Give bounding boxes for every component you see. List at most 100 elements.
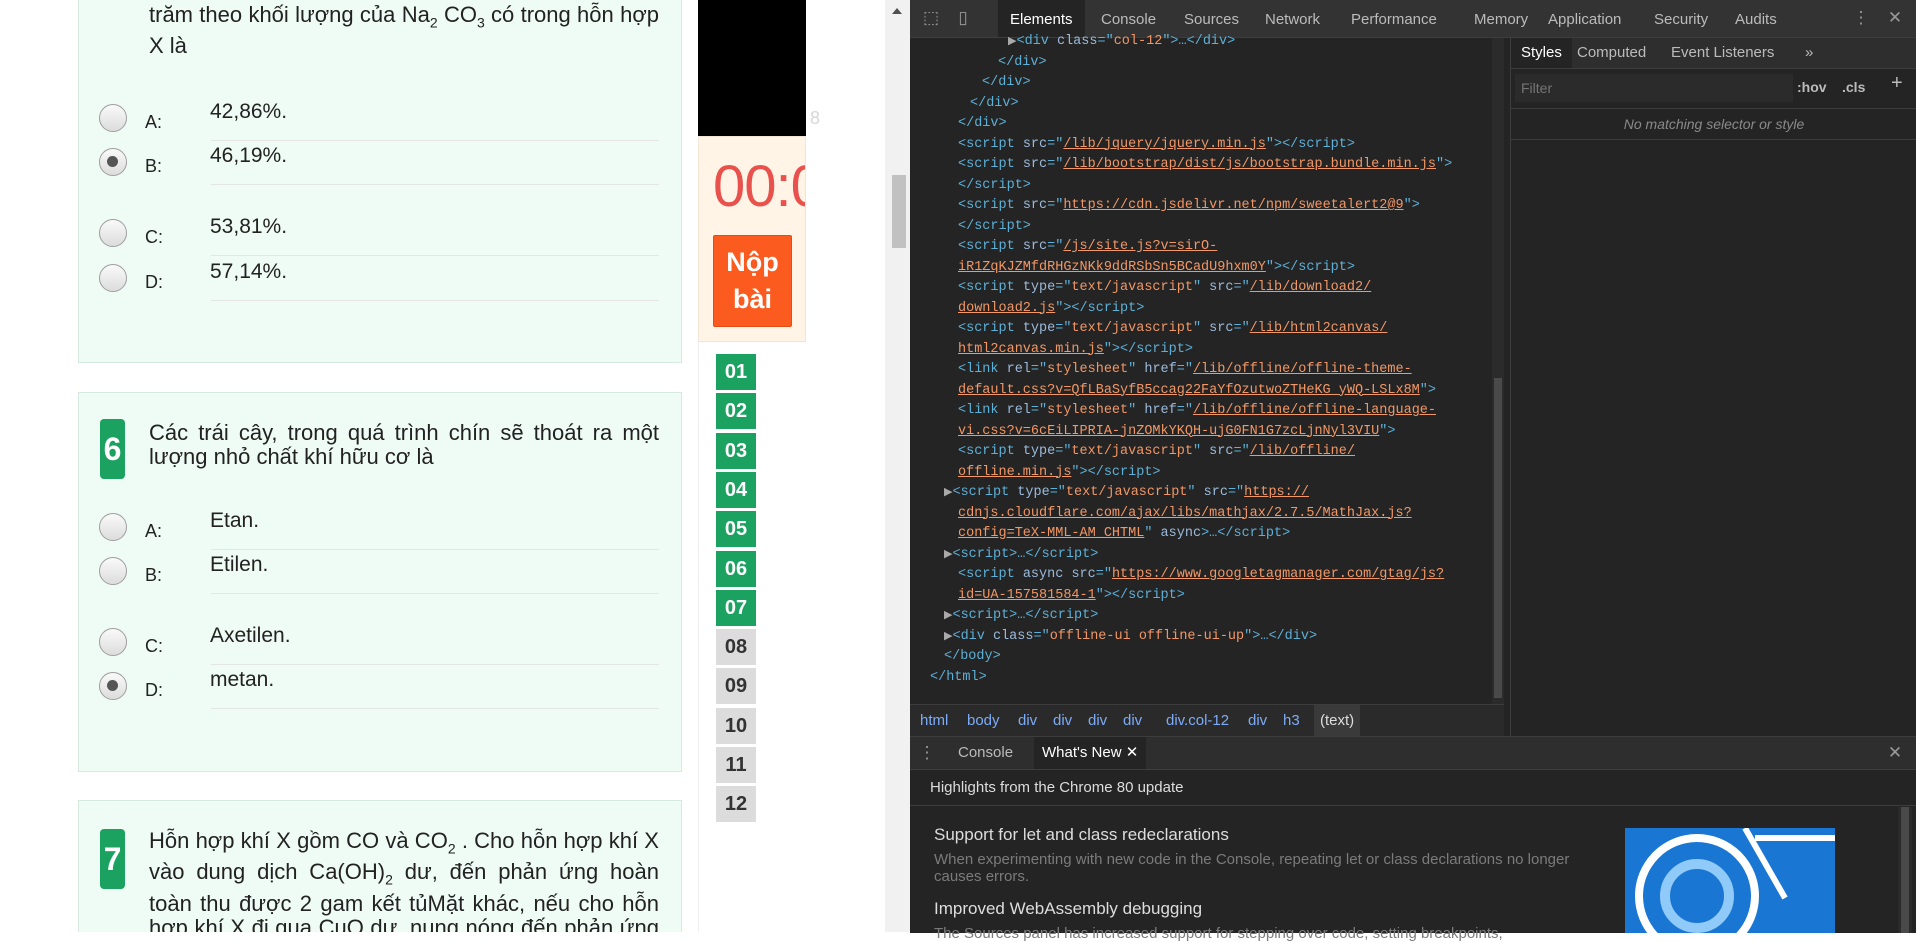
breadcrumb-item[interactable]: div <box>1053 705 1072 737</box>
tab-styles[interactable]: Styles <box>1511 38 1572 68</box>
dom-tree-line[interactable]: <script src="https://cdn.jsdelivr.net/np… <box>958 198 1420 213</box>
dom-tree-line[interactable]: </div> <box>970 96 1019 111</box>
breadcrumb-item[interactable]: div <box>1088 705 1107 737</box>
close-tab-icon[interactable]: ✕ <box>1126 744 1139 761</box>
question-nav-button[interactable]: 12 <box>716 786 756 823</box>
tab-application[interactable]: Application <box>1548 0 1621 37</box>
option-6-d[interactable]: D: metan. <box>99 668 659 716</box>
tab-audits[interactable]: Audits <box>1735 0 1777 37</box>
dom-tree-line[interactable]: html2canvas.min.js"></script> <box>958 342 1193 357</box>
dom-tree-line[interactable]: </body> <box>944 649 1001 664</box>
tab-memory[interactable]: Memory <box>1474 0 1528 37</box>
radio-5-b[interactable] <box>99 148 127 176</box>
news-title[interactable]: Improved WebAssembly debugging <box>934 899 1614 919</box>
option-5-d[interactable]: D: 57,14%. <box>99 260 659 308</box>
tab-computed[interactable]: Computed <box>1577 38 1646 68</box>
radio-6-b[interactable] <box>99 557 127 585</box>
dom-tree-line[interactable]: ▶<div class="offline-ui offline-ui-up">…… <box>944 629 1317 644</box>
submit-button[interactable]: Nộp bài <box>713 235 792 327</box>
drawer-tab-whats-new[interactable]: What's New ✕ <box>1034 737 1147 769</box>
dom-tree-line[interactable]: </div> <box>958 116 1007 131</box>
dom-tree-line[interactable]: default.css?v=QfLBaSyfB5ccag22FaYfOzutwo… <box>958 383 1436 398</box>
dom-tree-line[interactable]: <link rel="stylesheet" href="/lib/offlin… <box>958 362 1412 377</box>
close-icon[interactable]: ✕ <box>1886 9 1904 27</box>
drawer-scrollbar[interactable] <box>1898 807 1912 933</box>
device-toolbar-icon[interactable]: ▯ <box>954 9 972 27</box>
radio-6-c[interactable] <box>99 628 127 656</box>
breadcrumb-item[interactable]: body <box>967 705 1000 737</box>
tab-performance[interactable]: Performance <box>1351 0 1437 37</box>
close-drawer-icon[interactable]: ✕ <box>1886 744 1904 762</box>
question-nav-button[interactable]: 02 <box>716 393 756 430</box>
dom-tree-line[interactable]: id=UA-157581584-1"></script> <box>958 588 1185 603</box>
drawer-menu-icon[interactable]: ⋮ <box>918 744 936 762</box>
dom-tree-line[interactable]: </script> <box>958 219 1031 234</box>
dom-tree-line[interactable]: ▶<script type="text/javascript" src="htt… <box>944 485 1309 500</box>
dom-tree-line[interactable]: vi.css?v=6cEiLIPRIA-jnZOMkYKQH-ujG0FN1G7… <box>958 424 1395 439</box>
dom-tree-line[interactable]: <script type="text/javascript" src="/lib… <box>958 321 1387 336</box>
breadcrumb-item[interactable]: (text) <box>1314 705 1361 737</box>
scroll-up-arrow-icon[interactable] <box>892 8 902 14</box>
breadcrumb-item[interactable]: h3 <box>1283 705 1300 737</box>
elements-scrollbar[interactable] <box>1492 38 1504 704</box>
dom-tree-line[interactable]: <script src="/js/site.js?v=sirO- <box>958 239 1217 254</box>
tab-console[interactable]: Console <box>1101 0 1156 37</box>
dom-tree-line[interactable]: ▶<div class="col-12">…</div> <box>1008 34 1235 49</box>
breadcrumb-item[interactable]: div.col-12 <box>1166 705 1229 737</box>
question-nav-button[interactable]: 11 <box>716 747 756 783</box>
dom-tree-line[interactable]: <script src="/lib/jquery/jquery.min.js">… <box>958 137 1355 152</box>
radio-6-a[interactable] <box>99 513 127 541</box>
kebab-menu-icon[interactable]: ⋮ <box>1852 9 1870 27</box>
dom-tree-line[interactable]: iR1ZqKJZMfdRHGzNKk9ddRSbSn5BCadU9hxm0Y">… <box>958 260 1355 275</box>
dom-tree-line[interactable]: ▶<script>…</script> <box>944 608 1098 623</box>
option-6-c[interactable]: C: Axetilen. <box>99 624 659 672</box>
question-nav-button[interactable]: 07 <box>716 589 756 626</box>
radio-5-d[interactable] <box>99 264 127 292</box>
more-tabs-icon[interactable]: » <box>1805 38 1813 68</box>
tab-elements[interactable]: Elements <box>998 0 1085 37</box>
radio-5-a[interactable] <box>99 104 127 132</box>
option-6-a[interactable]: A: Etan. <box>99 509 659 557</box>
option-5-b[interactable]: B: 46,19%. <box>99 144 659 192</box>
breadcrumb-item[interactable]: div <box>1123 705 1142 737</box>
scrollbar-thumb[interactable] <box>892 175 906 248</box>
dom-tree-line[interactable]: cdnjs.cloudflare.com/ajax/libs/mathjax/2… <box>958 506 1412 521</box>
tab-event-listeners[interactable]: Event Listeners <box>1671 38 1774 68</box>
radio-6-d[interactable] <box>99 672 127 700</box>
question-nav-button[interactable]: 03 <box>716 432 756 469</box>
scrollbar-thumb[interactable] <box>1901 807 1909 933</box>
styles-filter-input[interactable] <box>1515 74 1793 102</box>
page-scrollbar[interactable] <box>885 0 910 932</box>
tab-security[interactable]: Security <box>1654 0 1708 37</box>
drawer-tab-console[interactable]: Console <box>958 737 1013 769</box>
option-6-b[interactable]: B: Etilen. <box>99 553 659 601</box>
inspect-element-icon[interactable]: ⬚ <box>922 9 940 27</box>
dom-tree-line[interactable]: ▶<script>…</script> <box>944 547 1098 562</box>
dom-tree-line[interactable]: </html> <box>930 670 987 685</box>
hov-toggle[interactable]: :hov <box>1797 74 1827 100</box>
tab-network[interactable]: Network <box>1265 0 1320 37</box>
dom-tree-line[interactable]: offline.min.js"></script> <box>958 465 1161 480</box>
dom-tree-line[interactable]: <link rel="stylesheet" href="/lib/offlin… <box>958 403 1436 418</box>
dom-tree-line[interactable]: <script src="/lib/bootstrap/dist/js/boot… <box>958 157 1452 172</box>
question-nav-button[interactable]: 01 <box>716 354 756 390</box>
dom-tree-line[interactable]: </script> <box>958 178 1031 193</box>
news-title[interactable]: Support for let and class redeclarations <box>934 825 1614 845</box>
dom-tree-line[interactable]: download2.js"></script> <box>958 301 1144 316</box>
question-nav-button[interactable]: 05 <box>716 511 756 548</box>
radio-5-c[interactable] <box>99 219 127 247</box>
breadcrumb-item[interactable]: html <box>920 705 948 737</box>
dom-tree-line[interactable]: config=TeX-MML-AM_CHTML" async>…</script… <box>958 526 1290 541</box>
dom-tree-line[interactable]: </div> <box>998 55 1047 70</box>
new-style-rule-button[interactable]: + <box>1891 72 1903 95</box>
tab-sources[interactable]: Sources <box>1184 0 1239 37</box>
question-nav-button[interactable]: 09 <box>716 668 756 705</box>
question-nav-button[interactable]: 06 <box>716 550 756 587</box>
cls-toggle[interactable]: .cls <box>1842 74 1865 100</box>
question-nav-button[interactable]: 08 <box>716 629 756 666</box>
option-5-a[interactable]: A: 42,86%. <box>99 100 659 148</box>
option-5-c[interactable]: C: 53,81%. <box>99 215 659 263</box>
question-nav-button[interactable]: 04 <box>716 471 756 508</box>
breadcrumb-item[interactable]: div <box>1248 705 1267 737</box>
dom-tree-line[interactable]: <script type="text/javascript" src="/lib… <box>958 444 1355 459</box>
